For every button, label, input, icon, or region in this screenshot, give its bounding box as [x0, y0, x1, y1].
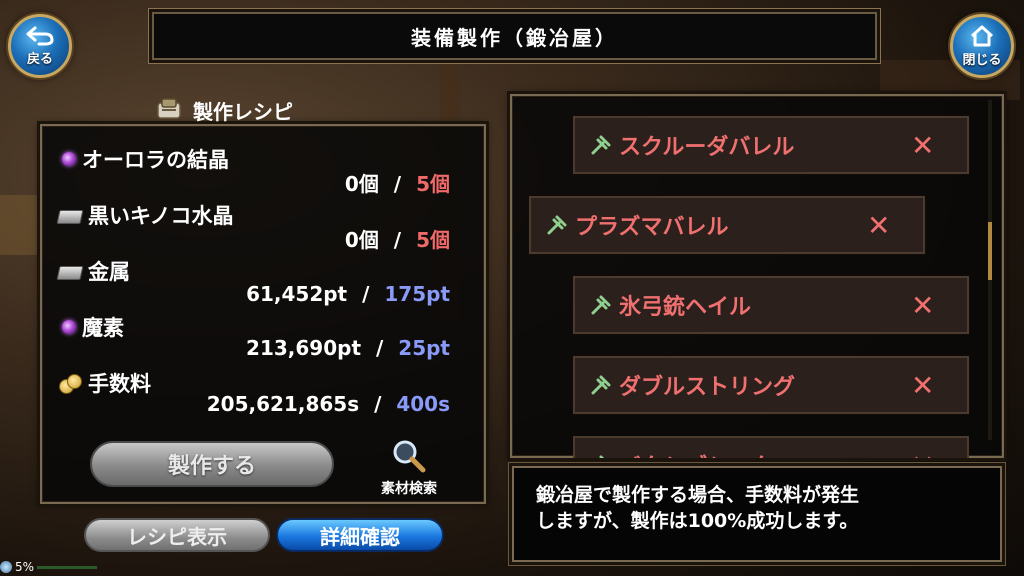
material-search-button[interactable]: 素材検索	[368, 436, 450, 498]
remove-icon[interactable]: ✕	[911, 449, 934, 459]
bookshelf-decor	[0, 195, 40, 255]
description-box: 鍛冶屋で製作する場合、手数料が発生 しますが、製作は100%成功します。	[512, 466, 1002, 562]
purple-orb-icon	[62, 152, 76, 166]
wrench-icon	[591, 295, 611, 315]
list-item[interactable]: 氷弓銃ヘイル ✕	[573, 276, 969, 334]
recipe-scroll-icon	[157, 98, 181, 119]
battery-icon	[0, 561, 12, 573]
description-line: しますが、製作は100%成功します。	[536, 510, 859, 532]
material-amount: 61,452pt / 175pt	[246, 282, 450, 306]
wrench-icon	[591, 375, 611, 395]
list-item[interactable]: バタシブシ タ ✕	[573, 436, 969, 458]
back-arrow-icon	[26, 26, 54, 45]
status-bar: 5%	[0, 558, 140, 576]
list-item[interactable]: スクルーダバレル ✕	[573, 116, 969, 174]
material-name: オーロラの結晶	[62, 144, 229, 174]
recipe-header-text: 製作レシピ	[193, 99, 293, 124]
material-name: 黒いキノコ水晶	[56, 200, 234, 230]
ingot-icon	[56, 262, 82, 280]
remove-icon[interactable]: ✕	[867, 209, 890, 242]
remove-icon[interactable]: ✕	[911, 129, 934, 162]
material-amount: 205,621,865s / 400s	[206, 392, 450, 416]
material-amount: 0個 / 5個	[344, 228, 450, 252]
magnifier-icon	[393, 440, 426, 473]
purple-orb-icon	[62, 320, 76, 334]
remove-icon[interactable]: ✕	[911, 289, 934, 322]
close-label: 閉じる	[962, 52, 1002, 68]
home-icon	[970, 25, 994, 46]
list-item[interactable]: プラズマバレル ✕	[529, 196, 925, 254]
craft-button[interactable]: 製作する	[90, 441, 334, 487]
battery-percent: 5%	[15, 560, 35, 574]
list-item-clip: バタシブシ タ ✕	[573, 436, 969, 458]
battery-bar	[37, 565, 98, 569]
page-title: 装備製作（鍛冶屋）	[152, 12, 877, 60]
back-label: 戻る	[26, 51, 53, 67]
scrollbar-thumb[interactable]	[988, 222, 992, 280]
wrench-icon	[547, 215, 567, 235]
recipe-view-tab[interactable]: レシピ表示	[84, 518, 270, 552]
detail-view-tab[interactable]: 詳細確認	[276, 518, 444, 552]
page-title-text: 装備製作（鍛冶屋）	[411, 25, 618, 50]
material-search-label: 素材検索	[381, 481, 437, 497]
back-button[interactable]: 戻る	[8, 14, 72, 78]
material-amount: 0個 / 5個	[344, 172, 450, 196]
wrench-icon	[599, 455, 605, 458]
remove-icon[interactable]: ✕	[911, 369, 934, 402]
ingot-icon	[56, 206, 82, 224]
recipe-header: 製作レシピ	[155, 95, 293, 125]
description-line: 鍛冶屋で製作する場合、手数料が発生	[536, 484, 860, 506]
material-name: 魔素	[62, 312, 124, 342]
list-item[interactable]: ダブルストリング ✕	[573, 356, 969, 414]
material-name: 手数料	[58, 368, 151, 398]
material-amount: 213,690pt / 25pt	[246, 336, 450, 360]
material-name: 金属	[56, 256, 130, 286]
wrench-icon	[591, 135, 611, 155]
coins-icon	[58, 372, 82, 394]
close-button[interactable]: 閉じる	[950, 14, 1014, 78]
materials-list: オーロラの結晶 0個 / 5個 黒いキノコ水晶 0個 / 5個 金属 61,45…	[58, 140, 450, 430]
